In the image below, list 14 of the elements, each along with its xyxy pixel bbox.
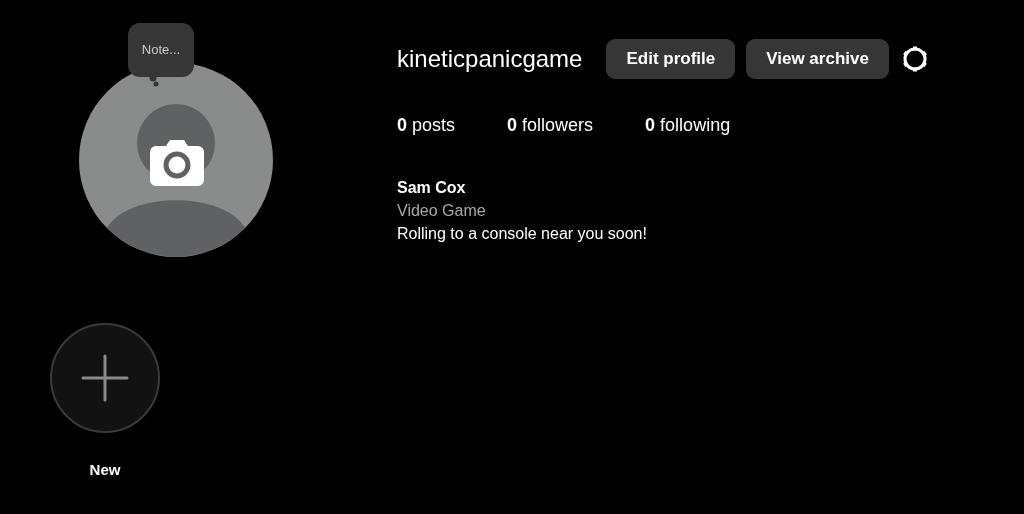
- display-name: Sam Cox: [397, 178, 467, 198]
- settings-icon[interactable]: [900, 45, 929, 73]
- username: kineticpanicgame: [397, 44, 583, 74]
- bubble-tail-icon: [149, 75, 161, 87]
- edit-profile-button[interactable]: Edit profile: [606, 39, 736, 79]
- stat-count[interactable]: 0 posts: [397, 112, 456, 139]
- stat-count[interactable]: 0 followers: [507, 112, 594, 139]
- highlight-label: New: [89, 460, 121, 480]
- category-label: Video Game: [397, 201, 487, 221]
- stat-count[interactable]: 0 following: [645, 112, 731, 139]
- plus-icon: [81, 354, 129, 402]
- bio-text: Rolling to a console near you soon!: [397, 224, 648, 244]
- note-bubble[interactable]: Note...: [128, 23, 194, 77]
- view-archive-button[interactable]: View archive: [746, 39, 889, 79]
